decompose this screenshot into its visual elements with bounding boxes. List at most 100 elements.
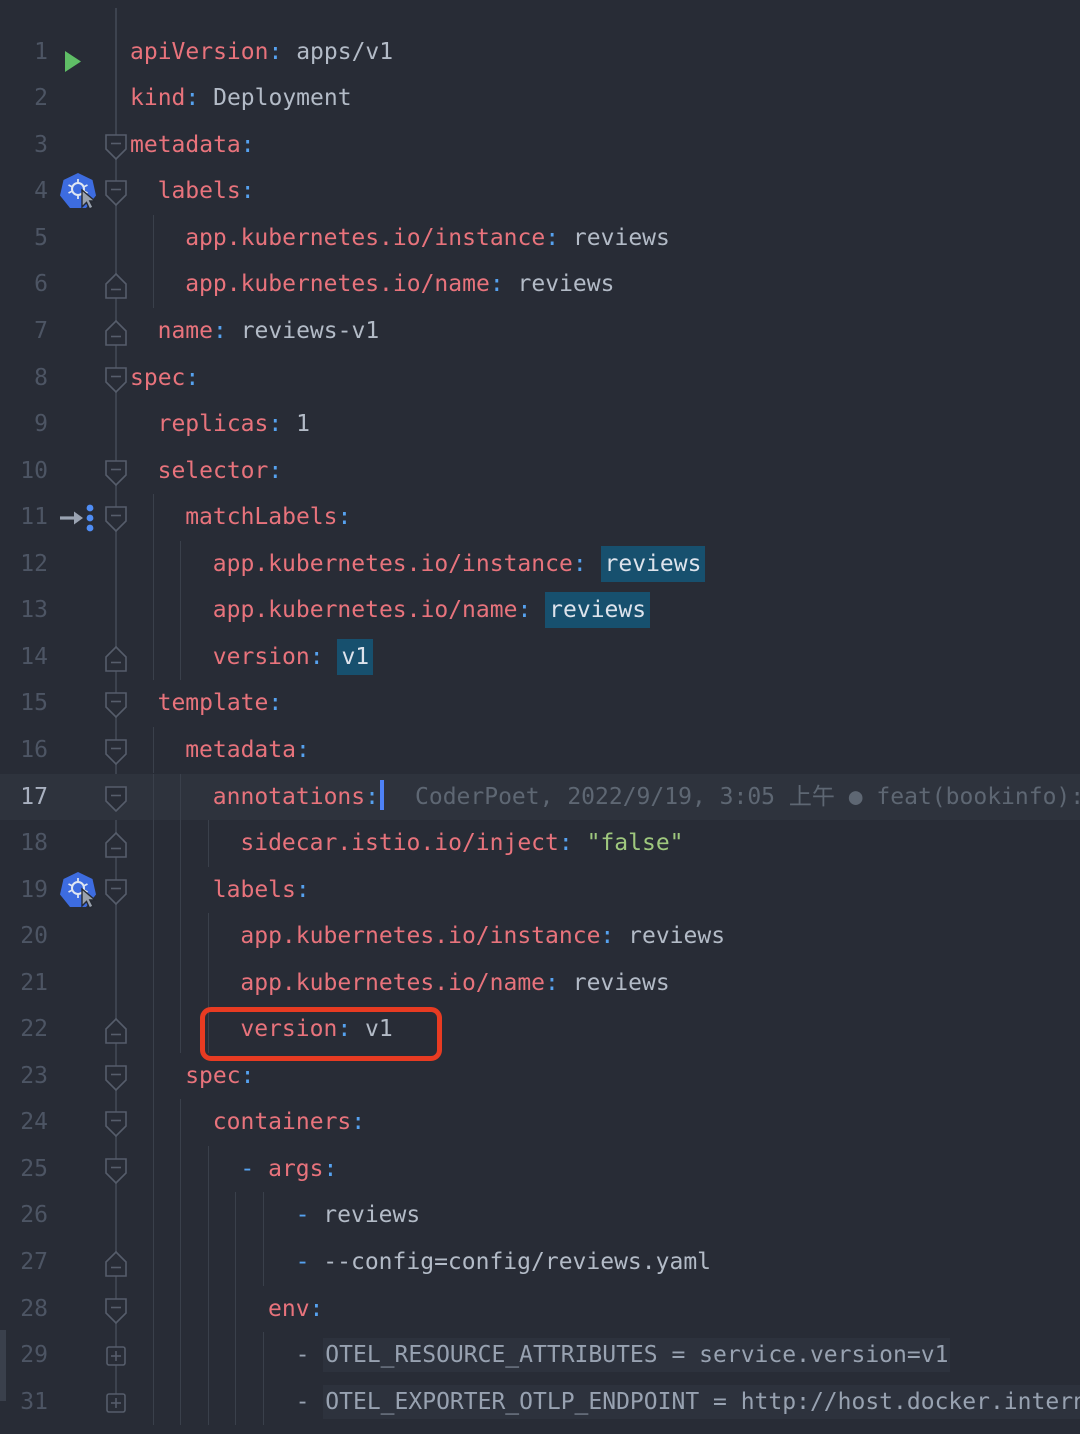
- yaml-key[interactable]: labels: [213, 877, 296, 903]
- line-number[interactable]: 8: [0, 355, 48, 402]
- editor-line-14[interactable]: 14 version: v1: [0, 634, 1080, 681]
- editor-line-15[interactable]: 15 template:: [0, 680, 1080, 727]
- code-text[interactable]: app.kubernetes.io/instance: reviews: [240, 913, 725, 960]
- yaml-colon[interactable]: :: [323, 1156, 337, 1182]
- editor-line-27[interactable]: 27 - --config=config/reviews.yaml: [0, 1239, 1080, 1286]
- line-number[interactable]: 3: [0, 122, 48, 169]
- yaml-key[interactable]: app.kubernetes.io/name: [240, 970, 545, 996]
- yaml-key[interactable]: name: [158, 318, 213, 344]
- yaml-colon[interactable]: :: [517, 597, 531, 623]
- editor-line-26[interactable]: 26 - reviews: [0, 1192, 1080, 1239]
- yaml-colon[interactable]: :: [185, 365, 199, 391]
- code-text[interactable]: - --config=config/reviews.yaml: [296, 1239, 711, 1286]
- yaml-key[interactable]: containers: [213, 1109, 351, 1135]
- editor-line-4[interactable]: 4 labels:: [0, 168, 1080, 215]
- line-number[interactable]: 28: [0, 1286, 48, 1333]
- code-text[interactable]: metadata:: [130, 122, 255, 169]
- yaml-colon[interactable]: :: [241, 178, 255, 204]
- editor-line-12[interactable]: 12app.kubernetes.io/instance: reviews: [0, 541, 1080, 588]
- yaml-value[interactable]: Deployment: [199, 85, 351, 111]
- yaml-dash[interactable]: -: [296, 1202, 324, 1228]
- yaml-colon[interactable]: :: [351, 1109, 365, 1135]
- yaml-colon[interactable]: :: [338, 504, 352, 530]
- line-number[interactable]: 27: [0, 1239, 48, 1286]
- yaml-key[interactable]: metadata: [185, 737, 296, 763]
- editor-line-3[interactable]: 3 metadata:: [0, 122, 1080, 169]
- yaml-key[interactable]: labels: [158, 178, 241, 204]
- line-number[interactable]: 14: [0, 634, 48, 681]
- line-number[interactable]: 17: [0, 774, 48, 821]
- yaml-colon[interactable]: :: [600, 923, 614, 949]
- line-number[interactable]: 23: [0, 1053, 48, 1100]
- yaml-value[interactable]: [531, 597, 545, 623]
- line-number[interactable]: 15: [0, 680, 48, 727]
- yaml-dash[interactable]: -: [296, 1249, 324, 1275]
- line-number[interactable]: 11: [0, 494, 48, 541]
- editor-line-19[interactable]: 19 labels:: [0, 867, 1080, 914]
- yaml-colon[interactable]: :: [213, 318, 227, 344]
- line-number[interactable]: 9: [0, 401, 48, 448]
- yaml-value[interactable]: [324, 644, 338, 670]
- line-number[interactable]: 19: [0, 867, 48, 914]
- folded-env-preview[interactable]: OTEL_RESOURCE_ATTRIBUTES = service.versi…: [323, 1338, 950, 1372]
- code-text[interactable]: - args:: [240, 1146, 337, 1193]
- line-number[interactable]: 20: [0, 913, 48, 960]
- line-number[interactable]: 25: [0, 1146, 48, 1193]
- yaml-colon[interactable]: :: [241, 132, 255, 158]
- yaml-key[interactable]: app.kubernetes.io/instance: [213, 551, 573, 577]
- line-number[interactable]: 26: [0, 1192, 48, 1239]
- code-text[interactable]: - OTEL_EXPORTER_OTLP_ENDPOINT = http://h…: [296, 1379, 1080, 1426]
- yaml-key[interactable]: app.kubernetes.io/instance: [240, 923, 600, 949]
- line-number[interactable]: 18: [0, 820, 48, 867]
- yaml-value[interactable]: reviews: [559, 225, 670, 251]
- code-editor[interactable]: 1apiVersion: apps/v12kind: Deployment3me…: [0, 0, 1080, 1401]
- editor-line-22[interactable]: 22version: v1: [0, 1006, 1080, 1053]
- yaml-key[interactable]: metadata: [130, 132, 241, 158]
- line-number[interactable]: 22: [0, 1006, 48, 1053]
- line-number[interactable]: 13: [0, 587, 48, 634]
- code-text[interactable]: app.kubernetes.io/name: reviews: [240, 960, 669, 1007]
- yaml-colon[interactable]: :: [310, 644, 324, 670]
- code-text[interactable]: replicas: 1: [158, 401, 310, 448]
- editor-line-11[interactable]: 11 matchLabels:: [0, 494, 1080, 541]
- yaml-key[interactable]: sidecar.istio.io/inject: [240, 830, 559, 856]
- code-text[interactable]: version: v1: [213, 634, 373, 681]
- editor-line-6[interactable]: 6app.kubernetes.io/name: reviews: [0, 261, 1080, 308]
- code-text[interactable]: app.kubernetes.io/name: reviews: [213, 587, 650, 634]
- yaml-colon[interactable]: :: [559, 830, 573, 856]
- yaml-key[interactable]: selector: [158, 458, 269, 484]
- yaml-key[interactable]: annotations: [213, 784, 365, 810]
- line-number[interactable]: 5: [0, 215, 48, 262]
- yaml-colon[interactable]: :: [545, 225, 559, 251]
- yaml-colon[interactable]: :: [573, 551, 587, 577]
- yaml-value-highlighted[interactable]: v1: [337, 639, 373, 675]
- code-text[interactable]: - OTEL_RESOURCE_ATTRIBUTES = service.ver…: [296, 1332, 951, 1379]
- line-number[interactable]: 12: [0, 541, 48, 588]
- code-text[interactable]: sidecar.istio.io/inject: "false": [240, 820, 683, 867]
- code-text[interactable]: kind: Deployment: [130, 75, 352, 122]
- yaml-colon[interactable]: :: [268, 690, 282, 716]
- yaml-key[interactable]: version: [213, 644, 310, 670]
- code-text[interactable]: app.kubernetes.io/instance: reviews: [185, 215, 670, 262]
- code-text[interactable]: name: reviews-v1: [158, 308, 380, 355]
- yaml-key[interactable]: kind: [130, 85, 185, 111]
- editor-line-8[interactable]: 8 spec:: [0, 355, 1080, 402]
- editor-line-7[interactable]: 7name: reviews-v1: [0, 308, 1080, 355]
- yaml-dash[interactable]: -: [240, 1156, 268, 1182]
- yaml-key[interactable]: app.kubernetes.io/name: [213, 597, 518, 623]
- code-text[interactable]: selector:: [158, 448, 283, 495]
- yaml-key[interactable]: app.kubernetes.io/instance: [185, 225, 545, 251]
- yaml-colon[interactable]: :: [241, 1063, 255, 1089]
- code-text[interactable]: labels:: [158, 168, 255, 215]
- folded-env-preview[interactable]: OTEL_EXPORTER_OTLP_ENDPOINT = http://hos…: [323, 1385, 1080, 1419]
- code-text[interactable]: - reviews: [296, 1192, 421, 1239]
- yaml-string-value[interactable]: "false": [573, 830, 684, 856]
- line-number[interactable]: 1: [0, 29, 48, 76]
- editor-line-9[interactable]: 9 replicas: 1: [0, 401, 1080, 448]
- yaml-dash[interactable]: -: [296, 1342, 324, 1368]
- yaml-key[interactable]: replicas: [158, 411, 269, 437]
- line-number[interactable]: 21: [0, 960, 48, 1007]
- code-text[interactable]: spec:: [130, 355, 199, 402]
- yaml-key[interactable]: template: [158, 690, 269, 716]
- yaml-key[interactable]: args: [268, 1156, 323, 1182]
